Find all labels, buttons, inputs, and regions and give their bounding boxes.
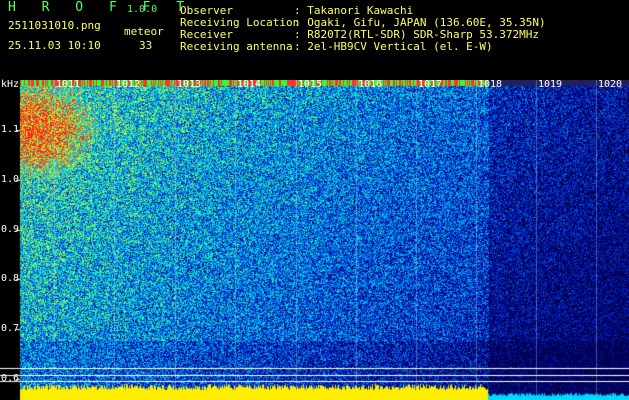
y-tick-label: 0.7 [1, 323, 20, 334]
x-tick-label: 1020 [598, 79, 623, 90]
app-version: 1.0.0 [127, 4, 158, 15]
x-tick-label: 1015 [298, 79, 323, 90]
app-logo: H R O F F T [8, 0, 194, 15]
x-tick-label: 1016 [358, 79, 383, 90]
file-name: 2511031010.png [8, 19, 101, 32]
y-tick-label: 1.0 [1, 174, 20, 185]
header-panel: H R O F F T 1.0.0 2511031010.png 25.11.0… [0, 0, 629, 80]
x-tick-label: 1017 [418, 79, 443, 90]
x-tick-label: 1019 [538, 79, 563, 90]
event-label: meteor [124, 25, 164, 38]
y-tick-label: 1.1 [1, 124, 20, 135]
y-tick-label: 0.9 [1, 224, 20, 235]
event-count: 33 [139, 39, 153, 52]
y-tick-label: 0.8 [1, 273, 20, 284]
x-tick-label: 1014 [237, 79, 262, 90]
x-tick-label: 1018 [478, 79, 503, 90]
spectrogram-canvas [0, 80, 629, 400]
y-tick-label: 0.6 [1, 373, 20, 384]
antenna-label: Receiving antenna [180, 40, 293, 53]
antenna-value: : 2el-HB9CV Vertical (el. E-W) [294, 40, 493, 53]
x-tick-label: 1013 [177, 79, 202, 90]
y-unit-label: kHz [1, 79, 20, 90]
x-tick-label: 1012 [116, 79, 141, 90]
timestamp: 25.11.03 10:10 [8, 39, 101, 52]
x-tick-label: 1011 [56, 79, 81, 90]
